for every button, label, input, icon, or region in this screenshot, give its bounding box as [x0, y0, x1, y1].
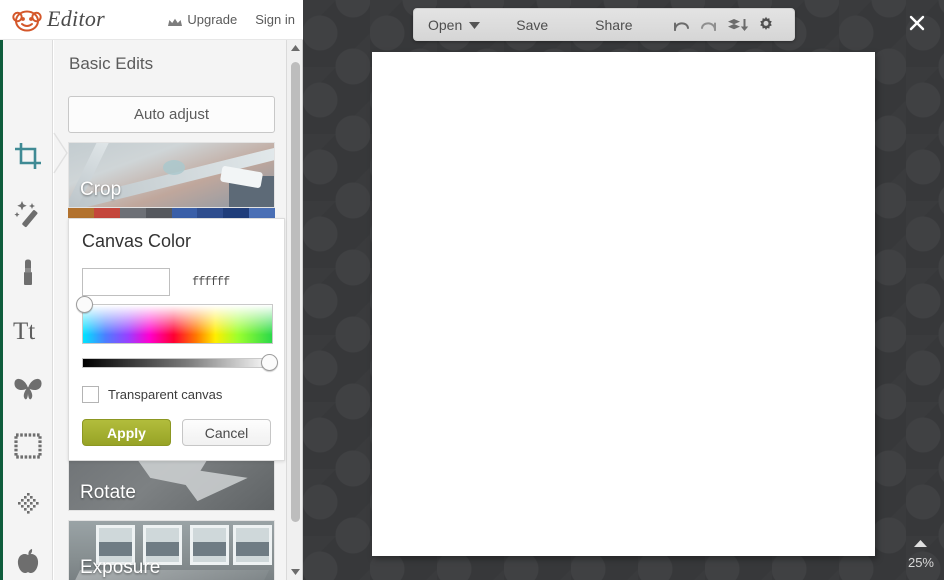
white-overlay-gradient: [83, 305, 272, 343]
upgrade-label: Upgrade: [187, 12, 238, 27]
monkey-logo-icon: [12, 6, 42, 32]
redo-icon[interactable]: [699, 14, 719, 36]
color-picker-handle[interactable]: [76, 296, 93, 313]
scrollbar-thumb[interactable]: [291, 62, 300, 522]
header-links: Upgrade Sign in: [168, 12, 295, 27]
transparent-canvas-label: Transparent canvas: [108, 387, 223, 402]
brand-logo[interactable]: Editor: [12, 6, 105, 32]
canvas-color-actions: Apply Cancel: [82, 419, 271, 446]
close-window-button[interactable]: [902, 8, 932, 38]
picmonkey-editor-window: Open Save Share 25% Editor Upgrade Sign …: [0, 0, 944, 580]
tool-card-label: Exposure: [80, 557, 161, 578]
sidebar-item-text[interactable]: Tt: [10, 312, 46, 347]
cancel-button[interactable]: Cancel: [182, 419, 271, 446]
zoom-control[interactable]: 25%: [908, 534, 934, 572]
auto-adjust-button[interactable]: Auto adjust: [68, 96, 275, 133]
app-header: Editor Upgrade Sign in: [0, 0, 303, 40]
accent-edge: [0, 40, 3, 580]
color-swatch-preview[interactable]: [82, 268, 170, 296]
save-button[interactable]: Save: [516, 17, 548, 33]
gear-icon[interactable]: [757, 14, 775, 36]
color-gradient-area[interactable]: [82, 304, 273, 344]
canvas-color-title: Canvas Color: [82, 231, 192, 251]
scroll-down-arrow-icon[interactable]: [287, 564, 302, 580]
saturation-brightness-picker[interactable]: [76, 296, 273, 344]
apply-button[interactable]: Apply: [82, 419, 171, 446]
image-canvas[interactable]: [372, 52, 875, 556]
brightness-slider[interactable]: [82, 354, 278, 371]
layers-down-icon[interactable]: [727, 14, 749, 36]
tool-card-label: Crop: [80, 179, 122, 200]
svg-text:Tt: Tt: [13, 318, 35, 343]
sidebar-item-touch-up[interactable]: [10, 254, 46, 289]
scroll-up-arrow-icon[interactable]: [287, 40, 302, 56]
tool-card-crop[interactable]: Crop: [68, 142, 275, 208]
sidebar-item-textures[interactable]: [10, 487, 46, 522]
editor-toolbar: Open Save Share: [413, 8, 795, 41]
sidebar-item-crop[interactable]: [10, 138, 46, 173]
caret-up-icon: [908, 534, 934, 552]
canvas-color-hex-row: ffffff: [82, 268, 271, 296]
hex-value-label[interactable]: ffffff: [192, 275, 230, 289]
sidebar-item-themes[interactable]: [10, 545, 46, 580]
undo-icon[interactable]: [671, 14, 691, 36]
panel-scrollbar[interactable]: [286, 40, 302, 580]
sidebar-item-effects[interactable]: [10, 196, 46, 231]
brightness-slider-handle[interactable]: [261, 354, 278, 371]
brightness-gradient: [82, 358, 273, 368]
canvas-color-dialog: Canvas Color ffffff Transparent canvas A…: [68, 218, 285, 461]
tool-rail: Tt: [3, 40, 53, 580]
share-button[interactable]: Share: [595, 17, 632, 33]
sidebar-item-overlays[interactable]: [10, 371, 46, 406]
page-title: Basic Edits: [69, 54, 154, 73]
zoom-level-label: 25%: [907, 555, 934, 570]
checkbox-box[interactable]: [82, 386, 99, 403]
crown-icon: [168, 15, 183, 26]
sidebar-item-frames[interactable]: [10, 429, 46, 464]
tool-card-exposure[interactable]: Exposure: [68, 520, 275, 580]
brand-name: Editor: [47, 6, 106, 31]
tool-card-label: Rotate: [80, 482, 136, 503]
transparent-canvas-checkbox[interactable]: Transparent canvas: [82, 386, 271, 403]
rail-selection-pointer: [53, 132, 69, 174]
open-button[interactable]: Open: [428, 17, 462, 33]
workspace-canvas-area[interactable]: [303, 0, 944, 580]
upgrade-button[interactable]: Upgrade: [168, 12, 237, 27]
sign-in-button[interactable]: Sign in: [255, 12, 295, 27]
caret-down-icon[interactable]: [469, 16, 481, 34]
